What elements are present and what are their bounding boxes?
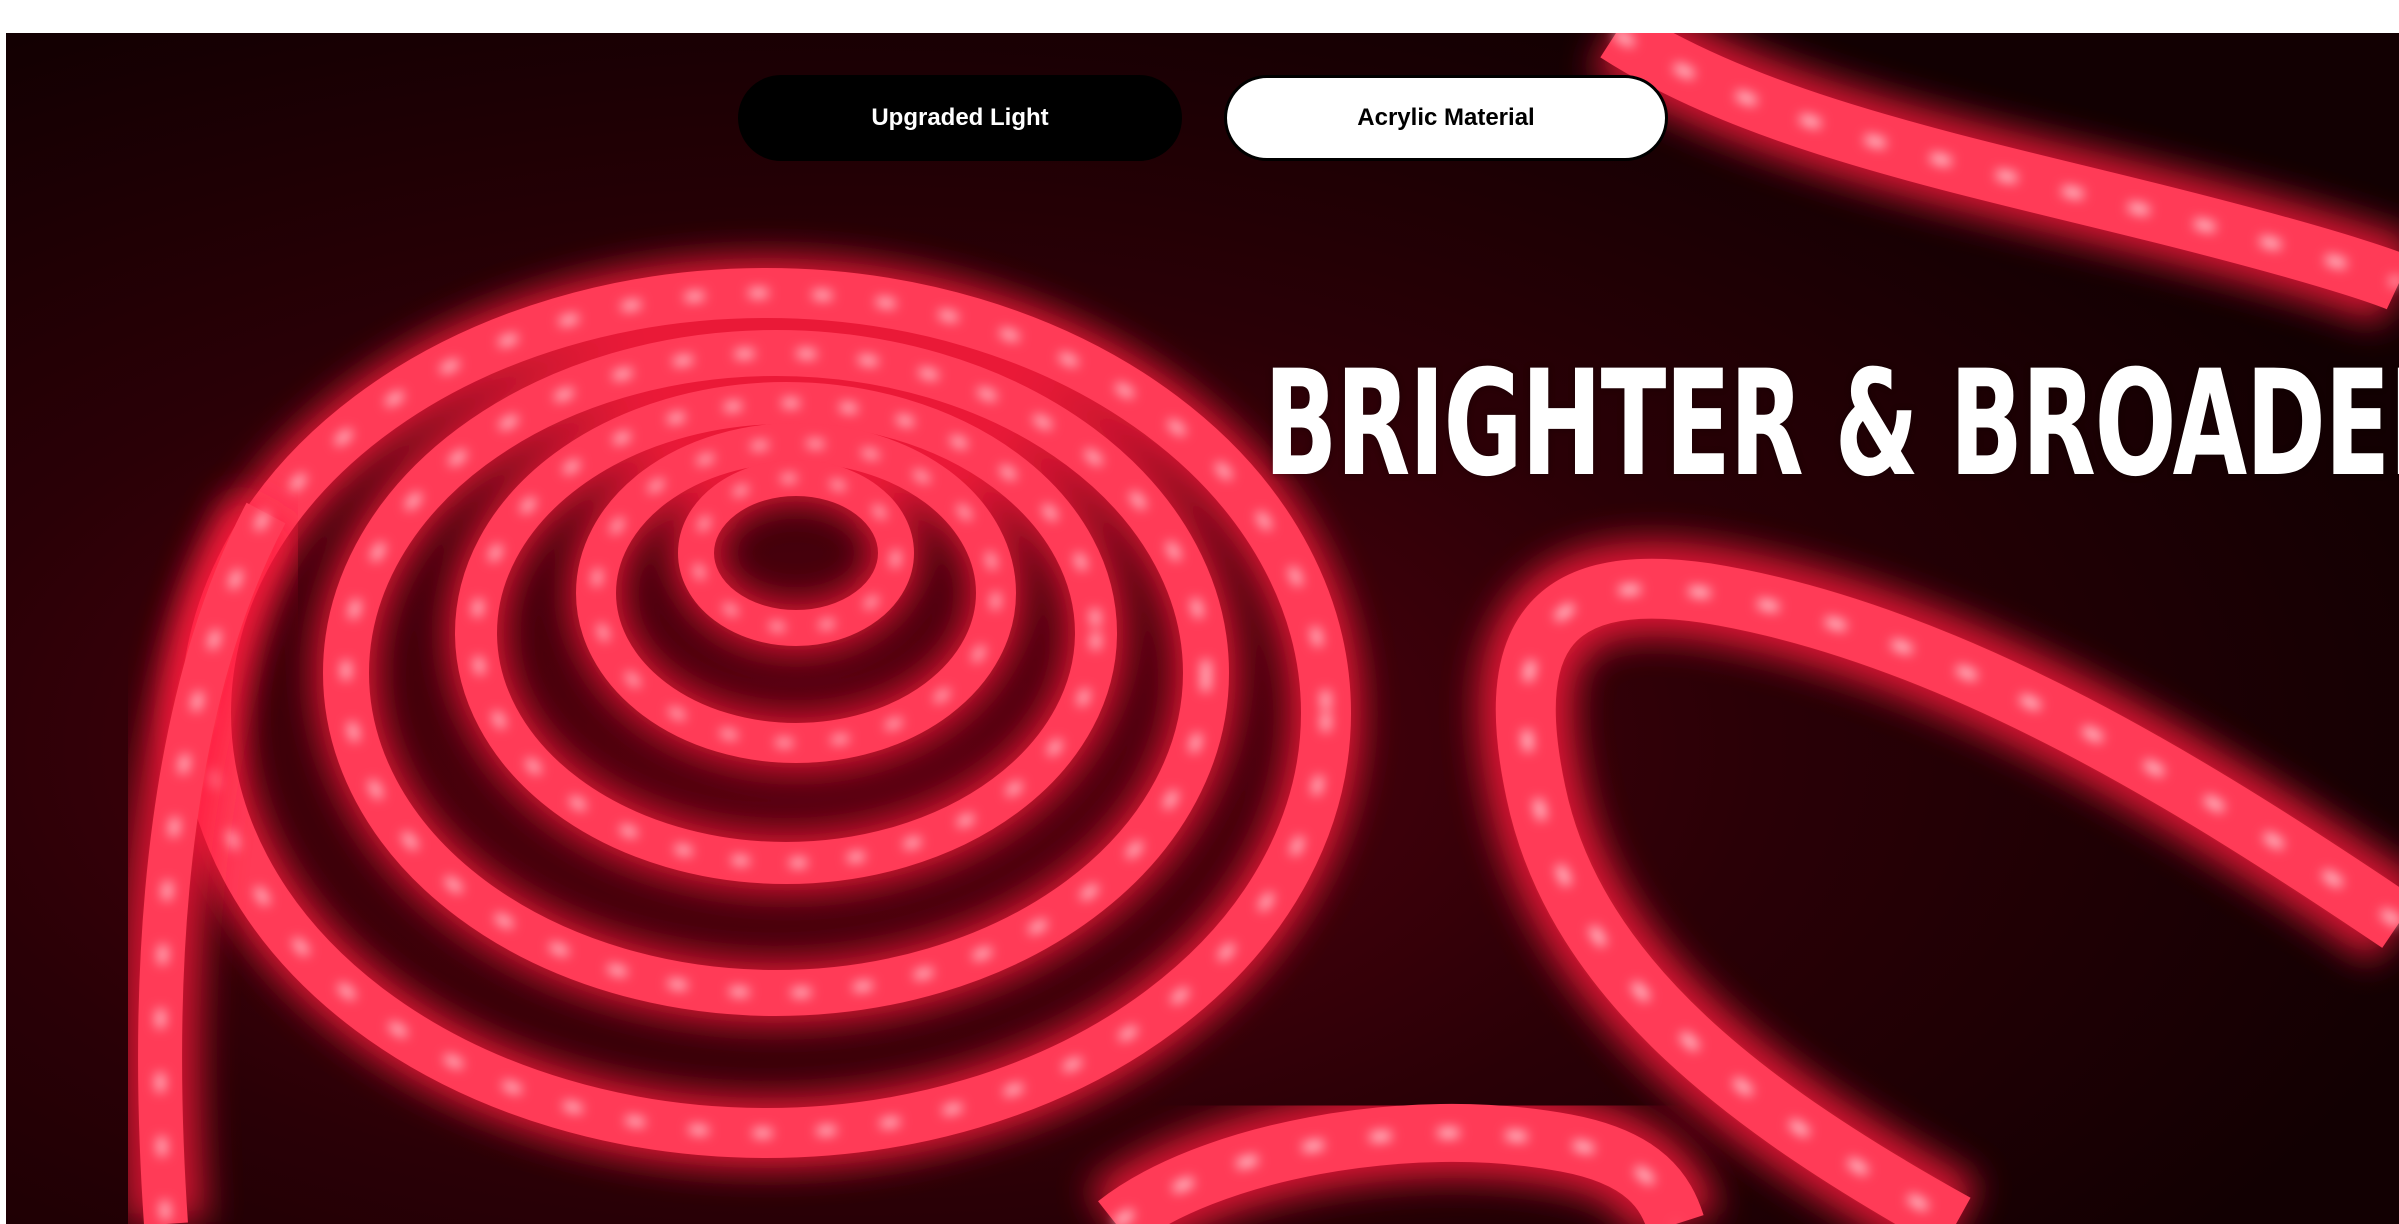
tab-acrylic-material[interactable]: Acrylic Material (1224, 75, 1668, 161)
feature-tab-bar: Upgraded Light Acrylic Material (738, 75, 1668, 161)
hero-banner: Upgraded Light Acrylic Material BRIGHTER… (6, 33, 2399, 1224)
hero-headline: BRIGHTER & BROADER (1264, 339, 2399, 509)
tab-upgraded-light[interactable]: Upgraded Light (738, 75, 1182, 161)
led-strip-illustration (6, 33, 2399, 1224)
